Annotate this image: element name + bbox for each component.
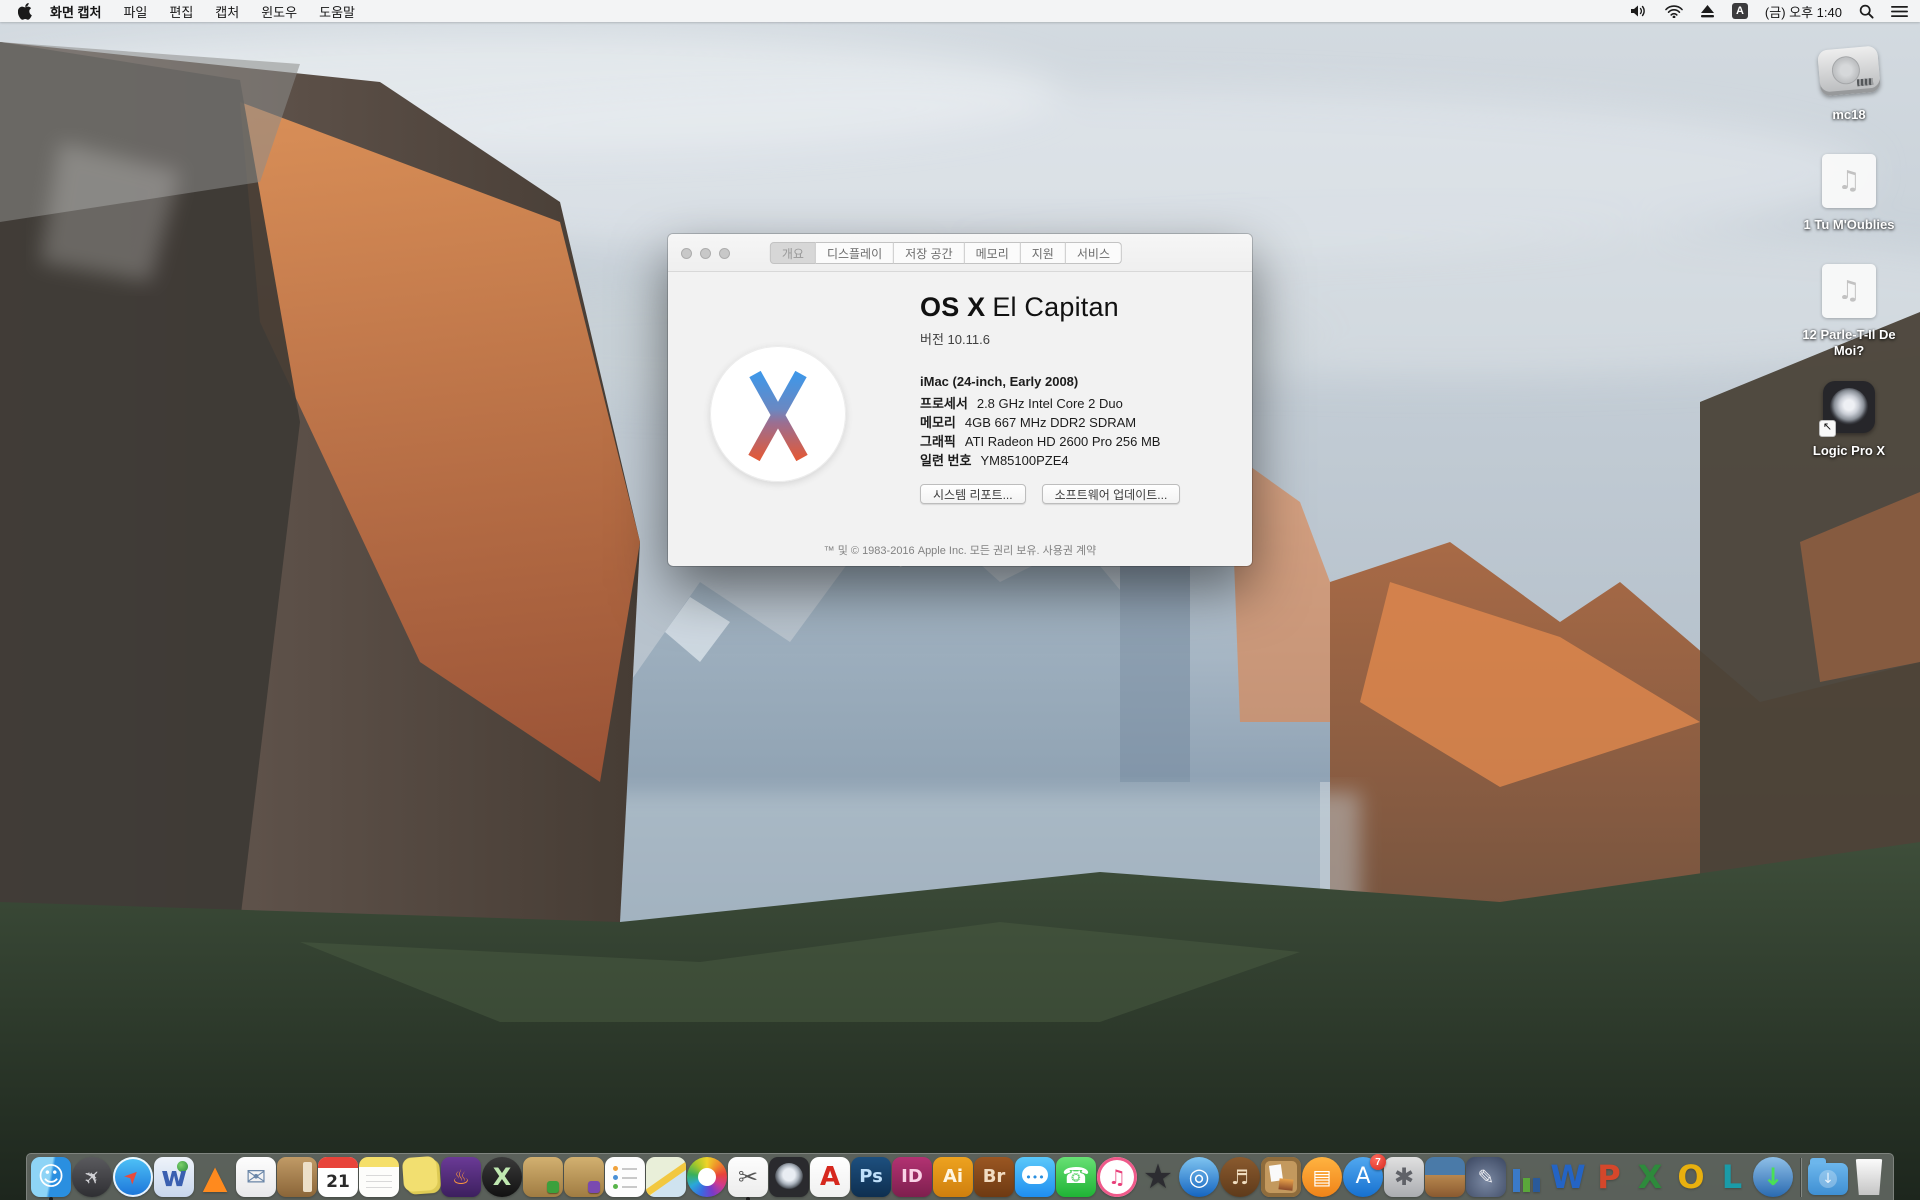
dock-acrobat-reader[interactable]: A	[810, 1154, 850, 1200]
menu-윈도우[interactable]: 윈도우	[261, 2, 297, 21]
copyright-footer: ™ 및 © 1983-2016 Apple Inc. 모든 권리 보유. 사용권…	[668, 542, 1252, 558]
volume-icon[interactable]	[1630, 4, 1648, 18]
desktop-icon-audio-file[interactable]: 12 Parle-T-Il De Moi?	[1790, 258, 1908, 360]
dock-ibooks[interactable]: ▤	[1302, 1154, 1342, 1200]
dock-word[interactable]: W	[1548, 1154, 1588, 1200]
dock-imovie[interactable]: ★	[1138, 1154, 1178, 1200]
mac-model: iMac (24-inch, Early 2008)	[920, 374, 1230, 389]
tab-개요[interactable]: 개요	[770, 242, 816, 264]
dock-separator	[1800, 1158, 1801, 1197]
dock-iweb[interactable]: w	[154, 1154, 194, 1200]
dock-mail[interactable]: ✉	[236, 1154, 276, 1200]
os-version: 버전 10.11.6	[920, 329, 1230, 348]
close-button[interactable]	[681, 248, 692, 259]
dock-xld[interactable]: X	[482, 1154, 522, 1200]
system-report-button[interactable]: 시스템 리포트...	[920, 484, 1026, 504]
tab-지원[interactable]: 지원	[1021, 242, 1066, 264]
dock-maps[interactable]	[646, 1154, 686, 1200]
spec-row: 일련 번호YM85100PZE4	[920, 451, 1230, 470]
menu-clock[interactable]: (금) 오후 1:40	[1765, 2, 1842, 21]
menu-items: 화면 캡처 파일 편집 캡처 윈도우 도움말	[50, 2, 355, 21]
dock-stuffit-expander[interactable]	[523, 1154, 563, 1200]
wifi-icon[interactable]	[1665, 5, 1683, 18]
tab-디스플레이[interactable]: 디스플레이	[816, 242, 894, 264]
spotlight-icon[interactable]	[1859, 4, 1874, 19]
tab-서비스[interactable]: 서비스	[1066, 242, 1122, 264]
menu-도움말[interactable]: 도움말	[319, 2, 355, 21]
dock-indesign[interactable]: ID	[892, 1154, 932, 1200]
dock-vlc[interactable]: ▲	[195, 1154, 235, 1200]
dock-lync[interactable]: L	[1712, 1154, 1752, 1200]
menu-캡처[interactable]: 캡처	[215, 2, 239, 21]
desktop-icon-app-alias[interactable]: Logic Pro X	[1790, 374, 1908, 459]
desktop-icon-label: mc18	[1832, 107, 1865, 123]
dock-messages[interactable]: •••	[1015, 1154, 1055, 1200]
zoom-button[interactable]	[719, 248, 730, 259]
menu-파일[interactable]: 파일	[123, 2, 147, 21]
dock-garageband[interactable]: ♬	[1220, 1154, 1260, 1200]
spec-row: 그래픽ATI Radeon HD 2600 Pro 256 MB	[920, 432, 1230, 451]
dock-trash[interactable]	[1849, 1154, 1889, 1200]
dock-finder[interactable]: ☺	[31, 1154, 71, 1200]
spec-list: 프로세서2.8 GHz Intel Core 2 Duo메모리4GB 667 M…	[920, 394, 1230, 470]
dock-numbers[interactable]	[1507, 1154, 1547, 1200]
dock-photos[interactable]	[687, 1154, 727, 1200]
dock-reminders[interactable]	[605, 1154, 645, 1200]
dock-pages[interactable]: ✎	[1466, 1154, 1506, 1200]
dock-powerpoint[interactable]: P	[1589, 1154, 1629, 1200]
desktop-wallpaper	[0, 22, 1920, 1200]
dock-excel[interactable]: X	[1630, 1154, 1670, 1200]
dock-stuffit-dropstuff[interactable]	[564, 1154, 604, 1200]
dock-keynote[interactable]	[1425, 1154, 1465, 1200]
dock-outlook[interactable]: O	[1671, 1154, 1711, 1200]
dock-launchpad[interactable]: ✈	[72, 1154, 112, 1200]
dock-contacts[interactable]	[277, 1154, 317, 1200]
dock-illustrator[interactable]: Ai	[933, 1154, 973, 1200]
dock-idvd[interactable]: ◎	[1179, 1154, 1219, 1200]
dock-system-preferences[interactable]: ✱	[1384, 1154, 1424, 1200]
desktop-icon-audio-file[interactable]: 1 Tu M'Oublies	[1790, 148, 1908, 233]
dock-photoshop[interactable]: Ps	[851, 1154, 891, 1200]
dock-bridge[interactable]: Br	[974, 1154, 1014, 1200]
menu-bar: 화면 캡처 파일 편집 캡처 윈도우 도움말 A (금) 오후 1:40	[0, 0, 1920, 22]
os-x-logo	[710, 346, 846, 482]
dock-logic-pro[interactable]	[769, 1154, 809, 1200]
dock-itunes[interactable]: ♫	[1097, 1154, 1137, 1200]
dock-stickies[interactable]	[400, 1154, 440, 1200]
dock-calendar[interactable]: 21	[318, 1154, 358, 1200]
dock-scrapbook[interactable]	[1261, 1154, 1301, 1200]
dock-web-downloader[interactable]: ↓	[1753, 1154, 1793, 1200]
input-source-badge[interactable]: A	[1732, 3, 1748, 19]
desktop-icon-label: 12 Parle-T-Il De Moi?	[1791, 327, 1907, 360]
window-titlebar[interactable]: 개요디스플레이저장 공간메모리지원서비스	[668, 234, 1252, 272]
dock-badge: 7	[1370, 1154, 1386, 1170]
dock-notes[interactable]	[359, 1154, 399, 1200]
dock-items: ☺✈➤w▲✉21♨X✂APsIDAiBr•••☎♫★◎♬▤A7✱✎WPXOL↓↓	[31, 1154, 1889, 1200]
notification-center-icon[interactable]	[1891, 5, 1908, 18]
about-this-mac-window: 개요디스플레이저장 공간메모리지원서비스 OS XEl Capitan 버전 1…	[668, 234, 1252, 566]
dock-safari[interactable]: ➤	[113, 1154, 153, 1200]
tab-저장 공간[interactable]: 저장 공간	[894, 242, 965, 264]
spec-row: 프로세서2.8 GHz Intel Core 2 Duo	[920, 394, 1230, 413]
dock-downloads-folder[interactable]: ↓	[1808, 1154, 1848, 1200]
desktop-icon-label: 1 Tu M'Oublies	[1804, 217, 1895, 233]
spec-row: 메모리4GB 667 MHz DDR2 SDRAM	[920, 413, 1230, 432]
menu-편집[interactable]: 편집	[169, 2, 193, 21]
dock: ☺✈➤w▲✉21♨X✂APsIDAiBr•••☎♫★◎♬▤A7✱✎WPXOL↓↓	[26, 1153, 1894, 1200]
tab-메모리[interactable]: 메모리	[965, 242, 1021, 264]
about-tabs: 개요디스플레이저장 공간메모리지원서비스	[770, 242, 1122, 264]
minimize-button[interactable]	[700, 248, 711, 259]
dock-app-store[interactable]: A7	[1343, 1154, 1383, 1200]
desktop-icon-label: Logic Pro X	[1813, 443, 1885, 459]
dock-screen-capture[interactable]: ✂	[728, 1154, 768, 1200]
desktop-icons: mc18 1 Tu M'Oublies 12 Parle-T-Il De Moi? L…	[1790, 22, 1908, 542]
desktop-icon-hard-drive[interactable]: mc18	[1790, 38, 1908, 123]
software-update-button[interactable]: 소프트웨어 업데이트...	[1042, 484, 1181, 504]
os-title: OS XEl Capitan	[920, 292, 1230, 323]
apple-menu-icon[interactable]	[18, 3, 32, 20]
dock-toast[interactable]: ♨	[441, 1154, 481, 1200]
dock-facetime[interactable]: ☎	[1056, 1154, 1096, 1200]
eject-icon[interactable]	[1700, 5, 1715, 18]
menu-화면 캡처[interactable]: 화면 캡처	[50, 2, 101, 21]
